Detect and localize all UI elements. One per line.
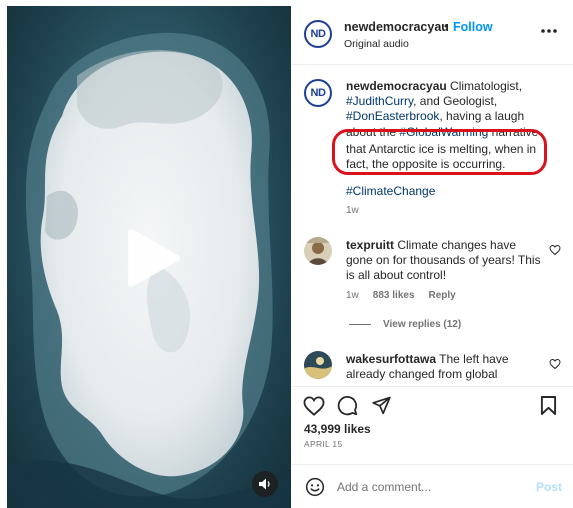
comment-box-divider (291, 464, 573, 465)
separator-dot: • (444, 19, 449, 33)
comment-bubble-icon[interactable] (337, 395, 358, 416)
view-replies-button[interactable]: View replies (12) (349, 319, 461, 330)
post-comment-button[interactable]: Post (536, 480, 562, 494)
more-options-icon[interactable] (539, 26, 559, 36)
caption-text-part: about the (346, 124, 400, 139)
comment-like-heart-icon[interactable] (549, 358, 561, 370)
add-comment-input[interactable] (337, 478, 517, 496)
caption-text-part: , and Geologist, (413, 94, 498, 109)
commenter-avatar[interactable] (304, 351, 332, 379)
mute-button[interactable] (252, 471, 278, 497)
play-icon[interactable] (125, 228, 181, 288)
audio-label[interactable]: Original audio (344, 38, 409, 50)
speaker-icon (259, 478, 270, 490)
avatar-initials: ND (310, 28, 326, 40)
highlighted-caption-text: that Antarctic ice is melting, when in f… (346, 141, 537, 172)
avatar[interactable]: ND (304, 20, 332, 48)
post-date: APRIL 15 (304, 439, 343, 449)
save-bookmark-icon[interactable] (540, 395, 557, 416)
comment-text: wakesurfottawa The left have already cha… (346, 352, 544, 382)
comment-username[interactable]: texpruitt (346, 238, 394, 252)
video-player[interactable] (7, 6, 291, 508)
actions-divider (291, 386, 573, 387)
profile-photo-icon (304, 237, 332, 265)
caption-text-part: , having a laugh (439, 109, 525, 124)
header-divider (291, 64, 573, 65)
comment-like-heart-icon[interactable] (549, 244, 561, 256)
caption-timestamp[interactable]: 1w (346, 205, 359, 216)
mention-judith-curry[interactable]: #JudithCurry (346, 94, 413, 108)
caption-text-part: Climatologist, (446, 79, 523, 93)
comment-text: texpruitt Climate changes have gone on f… (346, 238, 544, 284)
mention-don-easterbrook[interactable]: #DonEasterbrook (346, 109, 439, 123)
hashtag-climate-change[interactable]: #ClimateChange (346, 184, 435, 198)
hashtag-global-warming[interactable]: #GlobalWarming (399, 125, 488, 139)
comment-timestamp[interactable]: 1w (346, 290, 359, 301)
post-likes-count[interactable]: 43,999 likes (304, 422, 371, 436)
replies-dash (349, 324, 371, 325)
caption-avatar-initials: ND (310, 87, 326, 99)
profile-photo-icon (304, 351, 332, 379)
follow-button[interactable]: Follow (453, 20, 493, 34)
caption-text: newdemocracyau Climatologist, #JudithCur… (346, 79, 551, 172)
comment-username[interactable]: wakesurfottawa (346, 352, 436, 366)
caption-username[interactable]: newdemocracyau (346, 79, 447, 93)
like-heart-icon[interactable] (303, 396, 325, 416)
comment-likes-count[interactable]: 883 likes (373, 290, 415, 301)
emoji-icon[interactable] (305, 477, 325, 497)
view-replies-label: View replies (12) (383, 319, 462, 330)
post-author-username[interactable]: newdemocracyau (344, 20, 449, 34)
caption-text-part: narrative (488, 124, 539, 139)
comment-meta: 1w 883 likes Reply (346, 290, 470, 301)
share-paper-plane-icon[interactable] (371, 395, 392, 415)
caption-avatar[interactable]: ND (304, 79, 332, 107)
reply-button[interactable]: Reply (429, 290, 456, 301)
post-panel: ND newdemocracyau • Follow Original audi… (291, 6, 573, 508)
commenter-avatar[interactable] (304, 237, 332, 265)
